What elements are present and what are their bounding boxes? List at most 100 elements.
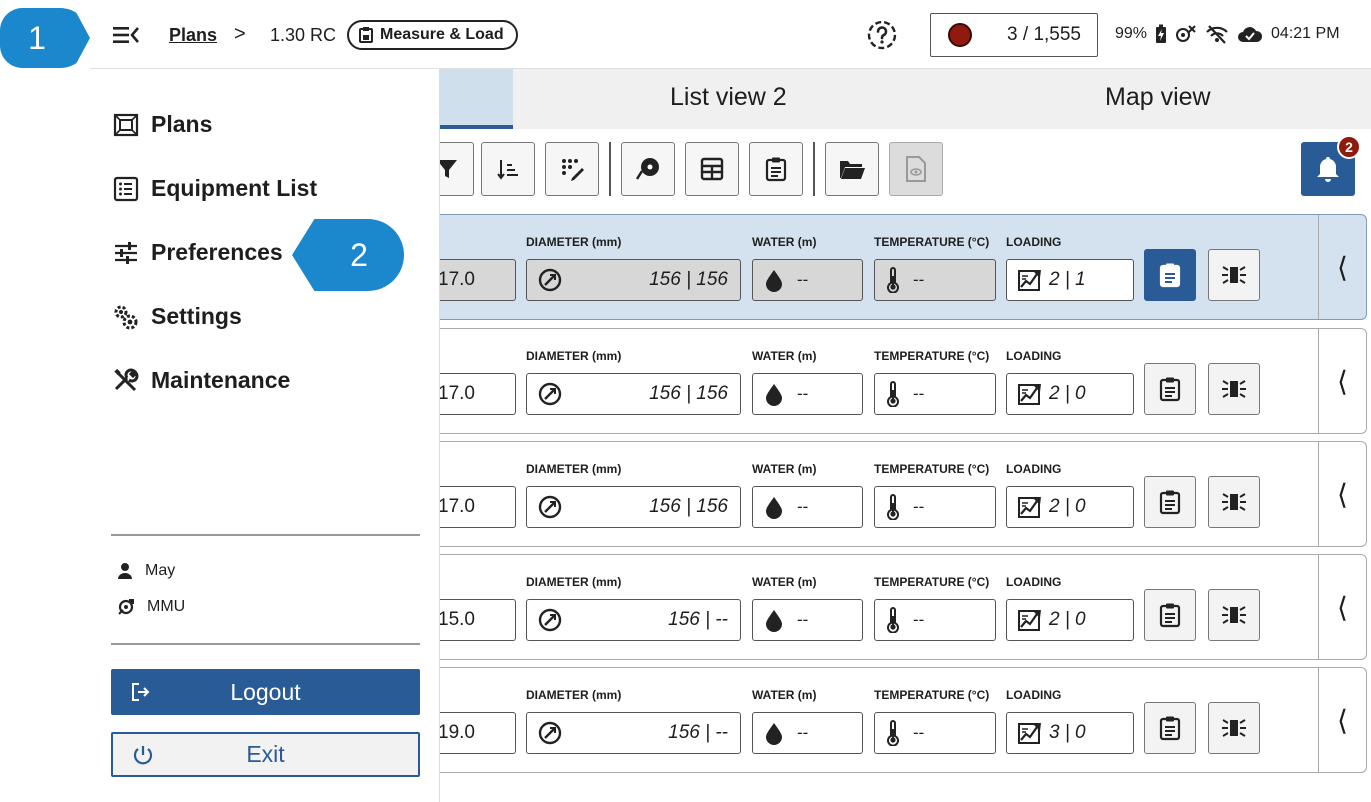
- dots-edit-icon: [562, 159, 584, 181]
- breadcrumb-plans-link[interactable]: Plans: [169, 25, 217, 46]
- help-icon[interactable]: [866, 19, 898, 51]
- detonator-icon: [1222, 606, 1246, 624]
- view-tabs: List view 2 Map view: [440, 69, 1371, 129]
- exit-label: Exit: [246, 741, 285, 767]
- water-drop-icon: [766, 270, 782, 292]
- diameter-field[interactable]: 156 | --: [526, 712, 741, 754]
- folder-open-icon: [840, 161, 865, 179]
- loading-field[interactable]: 2 | 0: [1006, 599, 1134, 641]
- tab-list-view-2[interactable]: List view 2: [670, 83, 787, 112]
- tab-map-view[interactable]: Map view: [1105, 83, 1211, 112]
- progress-counter[interactable]: 3 / 1,555: [930, 13, 1098, 57]
- hole-row[interactable]: 17.0 DIAMETER (mm) 156 | 156 WATER (m) -- TEM…: [438, 328, 1367, 434]
- row-expand-handle[interactable]: ⟨: [1318, 442, 1366, 546]
- water-value: --: [797, 384, 809, 403]
- temperature-field[interactable]: --: [874, 259, 996, 301]
- water-drop-icon: [766, 384, 782, 406]
- table-icon: [700, 157, 724, 181]
- clock: 04:21 PM: [1271, 25, 1340, 42]
- hole-row[interactable]: 17.0 DIAMETER (mm) 156 | 156 WATER (m) -- TEM…: [438, 441, 1367, 547]
- temperature-label: TEMPERATURE (°C): [874, 235, 990, 249]
- exit-button[interactable]: Exit: [111, 732, 420, 777]
- row-expand-handle[interactable]: ⟨: [1318, 668, 1366, 772]
- water-label: WATER (m): [752, 575, 817, 589]
- row-report-button[interactable]: [1144, 702, 1196, 754]
- hole-row[interactable]: 19.0 DIAMETER (mm) 156 | -- WATER (m) -- TEMP…: [438, 667, 1367, 773]
- diameter-label: DIAMETER (mm): [526, 575, 622, 589]
- diameter-field[interactable]: 156 | 156: [526, 259, 741, 301]
- diameter-field[interactable]: 156 | 156: [526, 486, 741, 528]
- row-report-button[interactable]: [1144, 589, 1196, 641]
- temperature-field[interactable]: --: [874, 486, 996, 528]
- wifi-off-icon: [1206, 25, 1228, 44]
- row-report-button[interactable]: [1144, 249, 1196, 301]
- nav-item-plans[interactable]: Plans: [113, 111, 212, 138]
- sort-button[interactable]: [481, 142, 535, 196]
- report-button[interactable]: [749, 142, 803, 196]
- row-detonator-button[interactable]: [1208, 589, 1260, 641]
- row-detonator-button[interactable]: [1208, 249, 1260, 301]
- depth-field[interactable]: 15.0: [438, 599, 516, 641]
- current-unit: MMU: [117, 598, 185, 616]
- nav-item-preferences[interactable]: Preferences: [113, 239, 283, 266]
- clipboard-icon: [1159, 603, 1181, 628]
- diameter-gauge-icon: [538, 721, 562, 745]
- nav-item-equipment-list[interactable]: Equipment List: [113, 175, 317, 202]
- depth-field[interactable]: 17.0: [438, 486, 516, 528]
- water-field[interactable]: --: [752, 712, 863, 754]
- nav-item-settings[interactable]: Settings: [113, 303, 242, 330]
- temperature-value: --: [913, 723, 925, 742]
- diameter-value: 156 | --: [668, 609, 728, 630]
- table-button[interactable]: [685, 142, 739, 196]
- temperature-value: --: [913, 270, 925, 289]
- row-report-button[interactable]: [1144, 476, 1196, 528]
- water-field[interactable]: --: [752, 486, 863, 528]
- row-expand-handle[interactable]: ⟨: [1318, 555, 1366, 659]
- depth-field[interactable]: 17.0: [438, 259, 516, 301]
- mode-pill[interactable]: Measure & Load: [347, 20, 518, 50]
- loading-chart-icon: [1018, 384, 1041, 405]
- depth-value: 15.0: [438, 609, 475, 630]
- pattern-edit-button[interactable]: [545, 142, 599, 196]
- loading-field[interactable]: 2 | 1: [1006, 259, 1134, 301]
- status-dot: [948, 23, 972, 47]
- diameter-field[interactable]: 156 | 156: [526, 373, 741, 415]
- loading-chart-icon: [1018, 610, 1041, 631]
- depth-field[interactable]: 17.0: [438, 373, 516, 415]
- loading-field[interactable]: 2 | 0: [1006, 486, 1134, 528]
- app-root: Plans > 1.30 RC Measure & Load 3 / 1,555…: [0, 0, 1371, 802]
- logout-button[interactable]: Logout: [111, 669, 420, 715]
- row-expand-handle[interactable]: ⟨: [1318, 215, 1366, 319]
- menu-collapse-icon[interactable]: [112, 22, 140, 48]
- temperature-field[interactable]: --: [874, 373, 996, 415]
- diameter-gauge-icon: [538, 268, 562, 292]
- drawer-divider: [111, 643, 420, 645]
- diameter-label: DIAMETER (mm): [526, 462, 622, 476]
- row-expand-handle[interactable]: ⟨: [1318, 329, 1366, 433]
- open-folder-button[interactable]: [825, 142, 879, 196]
- depth-field[interactable]: 19.0: [438, 712, 516, 754]
- toolbar: 2: [420, 129, 1371, 213]
- detonator-icon: [1222, 380, 1246, 398]
- nav-label: Settings: [151, 303, 242, 329]
- loading-field[interactable]: 2 | 0: [1006, 373, 1134, 415]
- water-field[interactable]: --: [752, 259, 863, 301]
- diameter-field[interactable]: 156 | --: [526, 599, 741, 641]
- temperature-field[interactable]: --: [874, 599, 996, 641]
- nav-item-maintenance[interactable]: Maintenance: [113, 367, 290, 394]
- water-field[interactable]: --: [752, 373, 863, 415]
- hole-row[interactable]: 15.0 DIAMETER (mm) 156 | -- WATER (m) -- TEMP…: [438, 554, 1367, 660]
- temperature-field[interactable]: --: [874, 712, 996, 754]
- counter-text: 3 / 1,555: [1007, 24, 1081, 45]
- row-report-button[interactable]: [1144, 363, 1196, 415]
- loading-field[interactable]: 3 | 0: [1006, 712, 1134, 754]
- view-file-button[interactable]: [889, 142, 943, 196]
- hole-row[interactable]: 17.0 DIAMETER (mm) 156 | 156 WATER (m) -- TEM…: [438, 214, 1367, 320]
- row-detonator-button[interactable]: [1208, 476, 1260, 528]
- tape-measure-button[interactable]: [621, 142, 675, 196]
- water-field[interactable]: --: [752, 599, 863, 641]
- drawer-divider: [111, 534, 420, 536]
- row-detonator-button[interactable]: [1208, 702, 1260, 754]
- tab-list-view-1[interactable]: [440, 69, 513, 129]
- row-detonator-button[interactable]: [1208, 363, 1260, 415]
